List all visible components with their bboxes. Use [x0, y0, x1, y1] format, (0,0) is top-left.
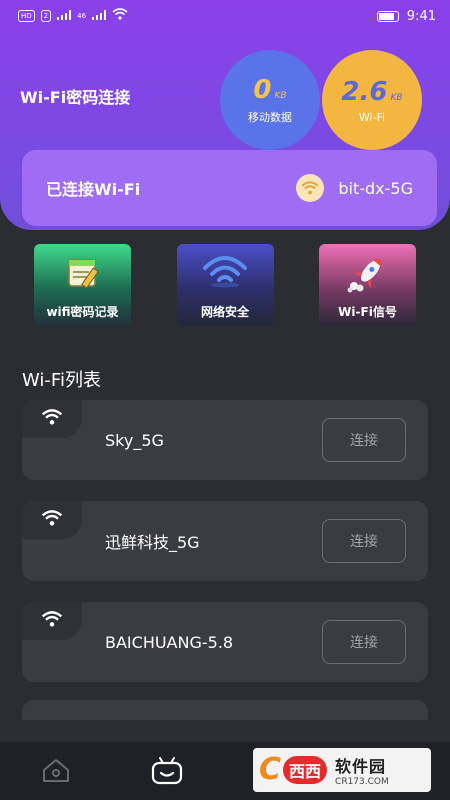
wifi-status-icon: [112, 8, 128, 24]
wifi-icon-corner: [22, 602, 82, 640]
signal-icon: [57, 9, 72, 24]
wifi-list-item[interactable]: Sky_5G 连接: [22, 400, 428, 480]
wifi-list-title: Wi-Fi列表: [22, 370, 101, 391]
wifi-data-value-wrap: 2.6 KB: [341, 77, 402, 107]
tile-label: 网络安全: [200, 305, 249, 319]
status-left: HD 2 46: [18, 8, 128, 24]
tile-wifi-signal[interactable]: Wi-Fi信号: [319, 244, 416, 326]
mobile-data-label: 移动数据: [248, 111, 292, 124]
wifi-name: 迅鲜科技_5G: [105, 533, 200, 552]
connect-button[interactable]: 连接: [322, 418, 406, 462]
watermark-letter: C: [259, 752, 282, 787]
feature-tiles: wifi密码记录 网络安全 Wi-Fi信号: [34, 244, 416, 326]
status-right: 9:41: [376, 8, 436, 24]
status-time: 9:41: [406, 8, 436, 24]
tile-label: Wi-Fi信号: [338, 305, 397, 319]
sim-badge: 2: [40, 10, 52, 22]
wifi-list-item-partial: [22, 700, 428, 720]
wifi-list-item[interactable]: BAICHUANG-5.8 连接: [22, 602, 428, 682]
wifi-icon: [41, 510, 63, 530]
connect-button[interactable]: 连接: [322, 620, 406, 664]
tv-robot-icon[interactable]: [150, 756, 184, 790]
home-icon[interactable]: [40, 756, 72, 788]
app-title: Wi-Fi密码连接: [20, 88, 131, 107]
connected-label: 已连接Wi-Fi: [46, 180, 141, 199]
watermark-text: 软件园 CR173.COM: [335, 753, 389, 787]
signal-icon-2: [92, 9, 107, 24]
mobile-data-unit: KB: [274, 91, 287, 101]
watermark-brand: 西西: [283, 756, 328, 784]
wifi-data-value: 2.6: [341, 76, 388, 107]
tile-wifi-password-records[interactable]: wifi密码记录: [34, 244, 131, 326]
wifi-data-unit: KB: [390, 92, 403, 103]
watermark-url: CR173.COM: [335, 777, 389, 787]
network-type: 46: [77, 12, 87, 20]
wifi-name: Sky_5G: [105, 430, 164, 450]
mobile-data-bubble: 0 KB 移动数据: [220, 50, 320, 150]
status-bar: HD 2 46 9:41: [0, 0, 450, 32]
mobile-data-value: 0: [253, 75, 272, 105]
watermark-logo: C 西西 软件园 CR173.COM: [253, 748, 431, 792]
tile-label: wifi密码记录: [46, 305, 119, 319]
connected-ssid-wrap: bit-dx-5G: [296, 174, 413, 202]
connect-button[interactable]: 连接: [322, 519, 406, 563]
mobile-data-value-wrap: 0 KB: [253, 75, 286, 105]
wifi-list-item[interactable]: 迅鲜科技_5G 连接: [22, 501, 428, 581]
connected-ssid: bit-dx-5G: [338, 178, 413, 198]
wifi-name: BAICHUANG-5.8: [105, 632, 234, 652]
connected-wifi-card[interactable]: 已连接Wi-Fi bit-dx-5G: [22, 150, 437, 226]
rocket-icon: [319, 254, 416, 294]
notebook-pencil-icon: [34, 254, 131, 290]
tile-network-security[interactable]: 网络安全: [176, 244, 274, 326]
wifi-icon: [41, 409, 63, 429]
wifi-icon: [177, 254, 274, 288]
wifi-icon-corner: [22, 400, 82, 438]
wifi-data-label: Wi-Fi: [358, 110, 386, 124]
wifi-icon: [296, 174, 325, 202]
wifi-icon-corner: [22, 501, 82, 539]
watermark-name: 软件园: [335, 757, 387, 776]
hd-badge: HD: [18, 10, 35, 22]
wifi-icon: [41, 611, 63, 631]
wifi-data-bubble: 2.6 KB Wi-Fi: [322, 50, 422, 150]
battery-icon: [376, 10, 399, 22]
